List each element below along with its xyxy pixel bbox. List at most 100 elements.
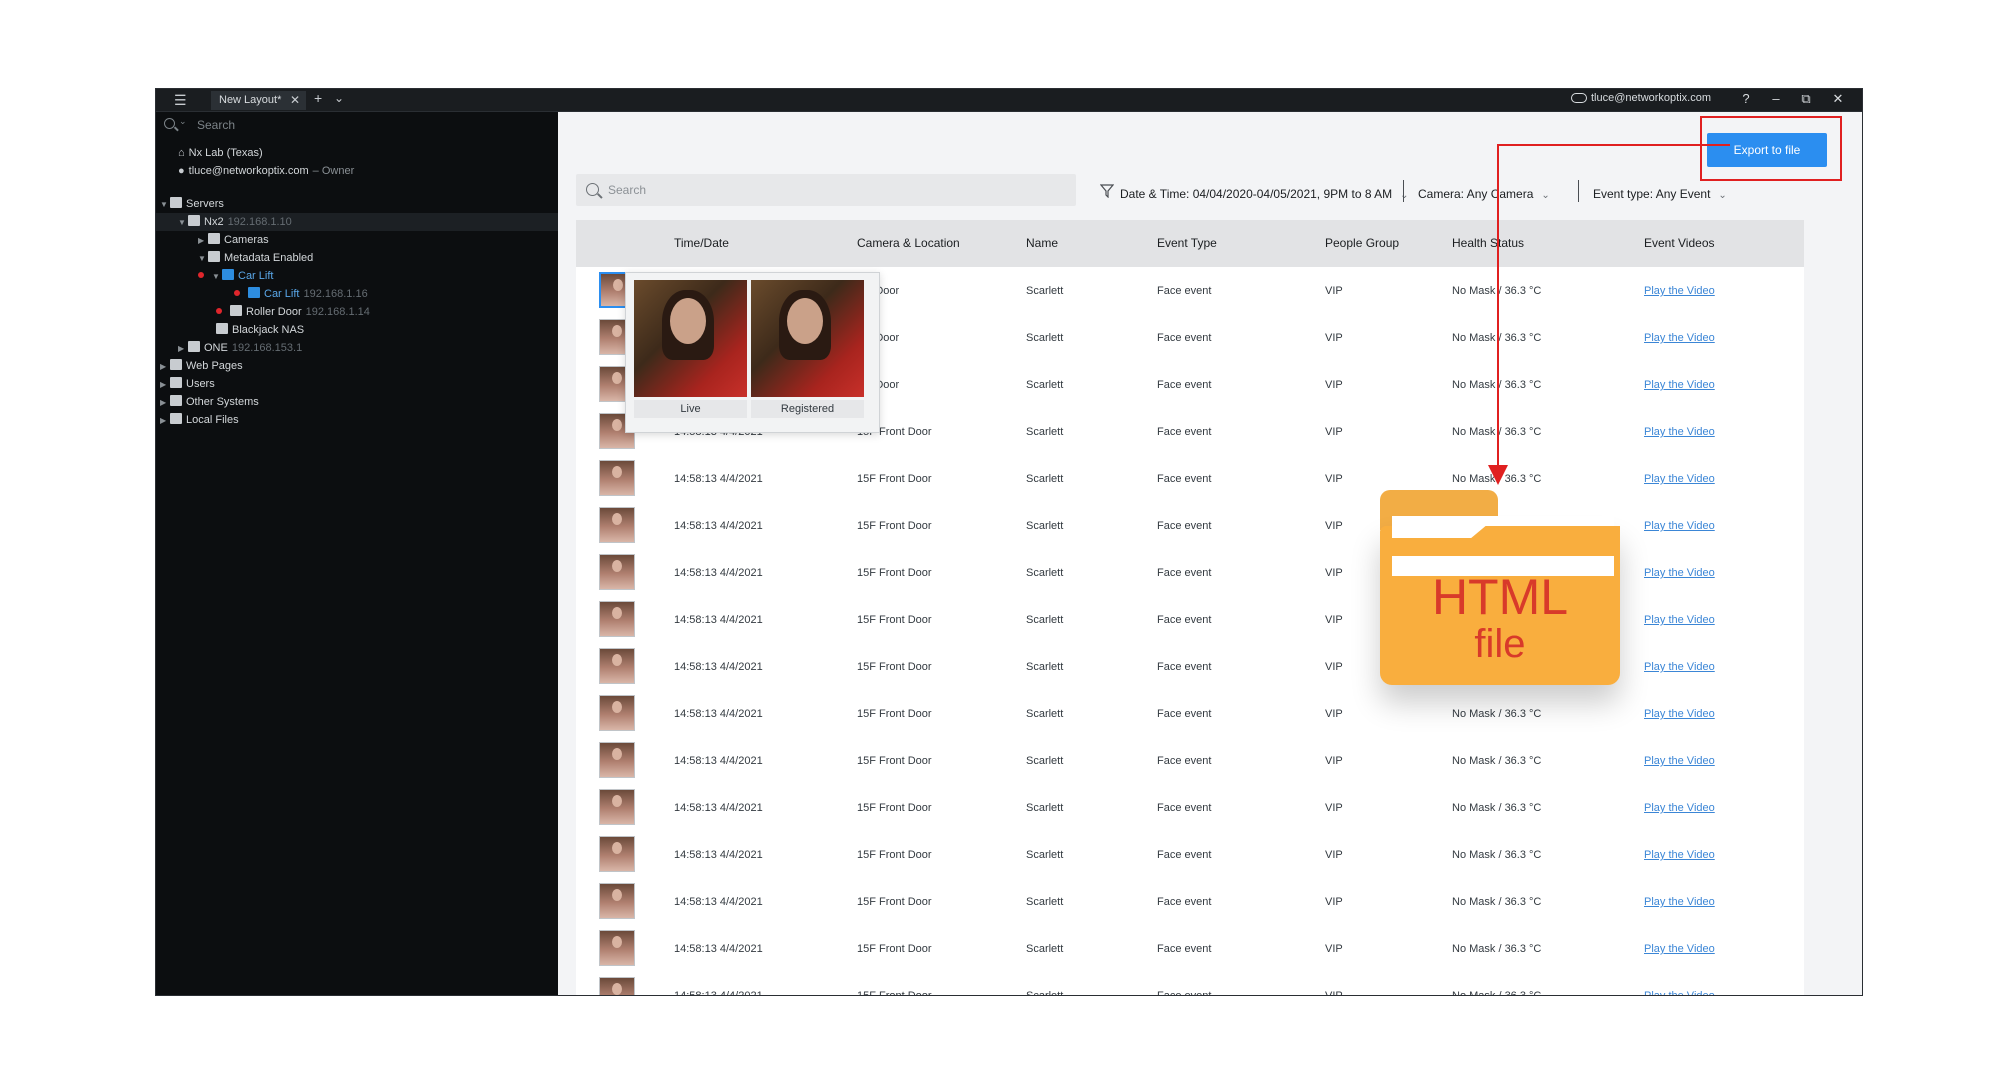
table-cell-name: Scarlett bbox=[1026, 708, 1064, 720]
expand-arrow-icon[interactable]: ▶ bbox=[160, 394, 170, 412]
expand-arrow-icon[interactable]: ▶ bbox=[198, 232, 208, 250]
play-video-link[interactable]: Play the Video bbox=[1644, 990, 1715, 995]
table-cell-name: Scarlett bbox=[1026, 285, 1064, 297]
expand-arrow-icon[interactable]: ▶ bbox=[178, 340, 188, 358]
tab-close-icon[interactable]: ✕ bbox=[290, 91, 300, 110]
expand-arrow-icon[interactable]: ▼ bbox=[198, 250, 208, 268]
play-video-link[interactable]: Play the Video bbox=[1644, 473, 1715, 485]
menu-icon[interactable]: ☰ bbox=[174, 92, 190, 108]
event-search-input[interactable]: Search bbox=[576, 174, 1076, 206]
account-menu[interactable]: tluce@networkoptix.com bbox=[1571, 92, 1711, 104]
face-thumbnail[interactable] bbox=[599, 648, 635, 684]
table-row[interactable]: 14:58:13 4/4/2021 15F Front Door Scarlett F… bbox=[576, 737, 1804, 785]
table-row[interactable]: 14:58:13 4/4/2021 15F Front Door Scarlett F… bbox=[576, 972, 1804, 996]
column-header[interactable]: Time/Date bbox=[674, 236, 729, 250]
tree-item-local-files[interactable]: ▶ Local Files bbox=[160, 411, 239, 429]
tree-item-other-systems[interactable]: ▶ Other Systems bbox=[160, 393, 259, 411]
folder-title: HTML bbox=[1431, 569, 1569, 625]
play-video-link[interactable]: Play the Video bbox=[1644, 755, 1715, 767]
play-video-link[interactable]: Play the Video bbox=[1644, 426, 1715, 438]
tree-ip: 192.168.1.10 bbox=[227, 216, 292, 228]
tab-label: New Layout* bbox=[219, 94, 282, 106]
table-cell-name: Scarlett bbox=[1026, 849, 1064, 861]
face-thumbnail[interactable] bbox=[599, 883, 635, 919]
face-thumbnail[interactable] bbox=[599, 601, 635, 637]
face-thumbnail[interactable] bbox=[599, 554, 635, 590]
expand-arrow-icon[interactable]: ▼ bbox=[212, 268, 222, 286]
expand-arrow-icon[interactable]: ▶ bbox=[160, 376, 170, 394]
play-video-link[interactable]: Play the Video bbox=[1644, 802, 1715, 814]
play-video-link[interactable]: Play the Video bbox=[1644, 661, 1715, 673]
folder-icon bbox=[208, 233, 220, 244]
chevron-down-icon[interactable]: ⌄ bbox=[334, 91, 344, 105]
close-button[interactable]: ✕ bbox=[1828, 91, 1848, 107]
face-thumbnail[interactable] bbox=[599, 460, 635, 496]
face-thumbnail[interactable] bbox=[599, 695, 635, 731]
column-header[interactable]: Event Type bbox=[1157, 236, 1217, 250]
new-tab-icon[interactable]: + bbox=[314, 90, 322, 106]
chevron-down-icon[interactable]: ⌄ bbox=[179, 116, 187, 127]
table-row[interactable]: 14:58:13 4/4/2021 15F Front Door Scarlett F… bbox=[576, 831, 1804, 879]
tree-item-users[interactable]: ▶ Users bbox=[160, 375, 215, 393]
column-header[interactable]: Name bbox=[1026, 236, 1058, 250]
date-time-filter[interactable]: Date & Time: 04/04/2020-04/05/2021, 9PM … bbox=[1120, 187, 1409, 201]
tree-item-car-lift-group[interactable]: ▼ Car Lift bbox=[198, 267, 273, 285]
tree-item-blackjack-nas[interactable]: Blackjack NAS bbox=[216, 321, 304, 339]
table-cell-group: VIP bbox=[1325, 285, 1343, 297]
expand-arrow-icon[interactable]: ▶ bbox=[160, 358, 170, 376]
column-header[interactable]: Camera & Location bbox=[857, 236, 960, 250]
tree-item-one[interactable]: ▶ ONE 192.168.153.1 bbox=[178, 339, 302, 357]
tree-item-metadata-enabled[interactable]: ▼ Metadata Enabled bbox=[198, 249, 313, 267]
recording-indicator-icon bbox=[216, 308, 222, 314]
tree-item-servers[interactable]: ▼ Servers bbox=[160, 195, 224, 213]
restore-button[interactable]: ⧉ bbox=[1796, 91, 1816, 107]
tree-item-nx2[interactable]: ▼ Nx2 192.168.1.10 bbox=[156, 213, 558, 231]
face-thumbnail[interactable] bbox=[599, 836, 635, 872]
tab-new-layout[interactable]: New Layout* ✕ bbox=[211, 91, 306, 110]
tree-item-web-pages[interactable]: ▶ Web Pages bbox=[160, 357, 243, 375]
play-video-link[interactable]: Play the Video bbox=[1644, 943, 1715, 955]
expand-arrow-icon[interactable]: ▼ bbox=[178, 214, 188, 232]
table-cell-time: 14:58:13 4/4/2021 bbox=[674, 802, 763, 814]
tree-item-cameras[interactable]: ▶ Cameras bbox=[198, 231, 269, 249]
help-button[interactable]: ? bbox=[1736, 91, 1756, 106]
table-row[interactable]: 14:58:13 4/4/2021 15F Front Door Scarlett F… bbox=[576, 878, 1804, 926]
face-thumbnail[interactable] bbox=[599, 507, 635, 543]
table-cell-health: No Mask / 36.3 °C bbox=[1452, 849, 1542, 861]
table-cell-group: VIP bbox=[1325, 802, 1343, 814]
face-thumbnail[interactable] bbox=[599, 742, 635, 778]
minimize-button[interactable]: – bbox=[1766, 91, 1786, 106]
table-row[interactable]: 14:58:13 4/4/2021 15F Front Door Scarlett F… bbox=[576, 784, 1804, 832]
current-user-row[interactable]: ● tluce@networkoptix.com – Owner bbox=[178, 162, 354, 180]
play-video-link[interactable]: Play the Video bbox=[1644, 379, 1715, 391]
tree-search-input[interactable]: ⌄ Search bbox=[164, 116, 554, 136]
play-video-link[interactable]: Play the Video bbox=[1644, 614, 1715, 626]
tree-search-placeholder: Search bbox=[197, 118, 236, 132]
expand-arrow-icon[interactable]: ▼ bbox=[160, 196, 170, 214]
column-header[interactable]: Health Status bbox=[1452, 236, 1524, 250]
users-icon bbox=[170, 377, 182, 388]
tree-label: Local Files bbox=[186, 414, 239, 426]
system-name-row[interactable]: ⌂ Nx Lab (Texas) bbox=[178, 144, 263, 162]
event-type-filter[interactable]: Event type: Any Event ⌄ bbox=[1593, 187, 1727, 201]
tree-item-roller-door[interactable]: Roller Door 192.168.1.14 bbox=[216, 303, 370, 321]
table-row[interactable]: 14:58:13 4/4/2021 15F Front Door Scarlett F… bbox=[576, 925, 1804, 973]
table-row[interactable]: 14:58:13 4/4/2021 15F Front Door Scarlett F… bbox=[576, 690, 1804, 738]
tree-label: Servers bbox=[186, 198, 224, 210]
face-thumbnail[interactable] bbox=[599, 977, 635, 995]
tree-item-car-lift-camera[interactable]: Car Lift 192.168.1.16 bbox=[234, 285, 368, 303]
play-video-link[interactable]: Play the Video bbox=[1644, 849, 1715, 861]
play-video-link[interactable]: Play the Video bbox=[1644, 567, 1715, 579]
face-thumbnail[interactable] bbox=[599, 930, 635, 966]
face-thumbnail[interactable] bbox=[599, 789, 635, 825]
play-video-link[interactable]: Play the Video bbox=[1644, 520, 1715, 532]
play-video-link[interactable]: Play the Video bbox=[1644, 285, 1715, 297]
table-cell-name: Scarlett bbox=[1026, 990, 1064, 996]
expand-arrow-icon[interactable]: ▶ bbox=[160, 412, 170, 430]
camera-filter[interactable]: Camera: Any Camera ⌄ bbox=[1418, 187, 1550, 201]
play-video-link[interactable]: Play the Video bbox=[1644, 332, 1715, 344]
play-video-link[interactable]: Play the Video bbox=[1644, 896, 1715, 908]
column-header[interactable]: People Group bbox=[1325, 236, 1399, 250]
column-header[interactable]: Event Videos bbox=[1644, 236, 1715, 250]
play-video-link[interactable]: Play the Video bbox=[1644, 708, 1715, 720]
